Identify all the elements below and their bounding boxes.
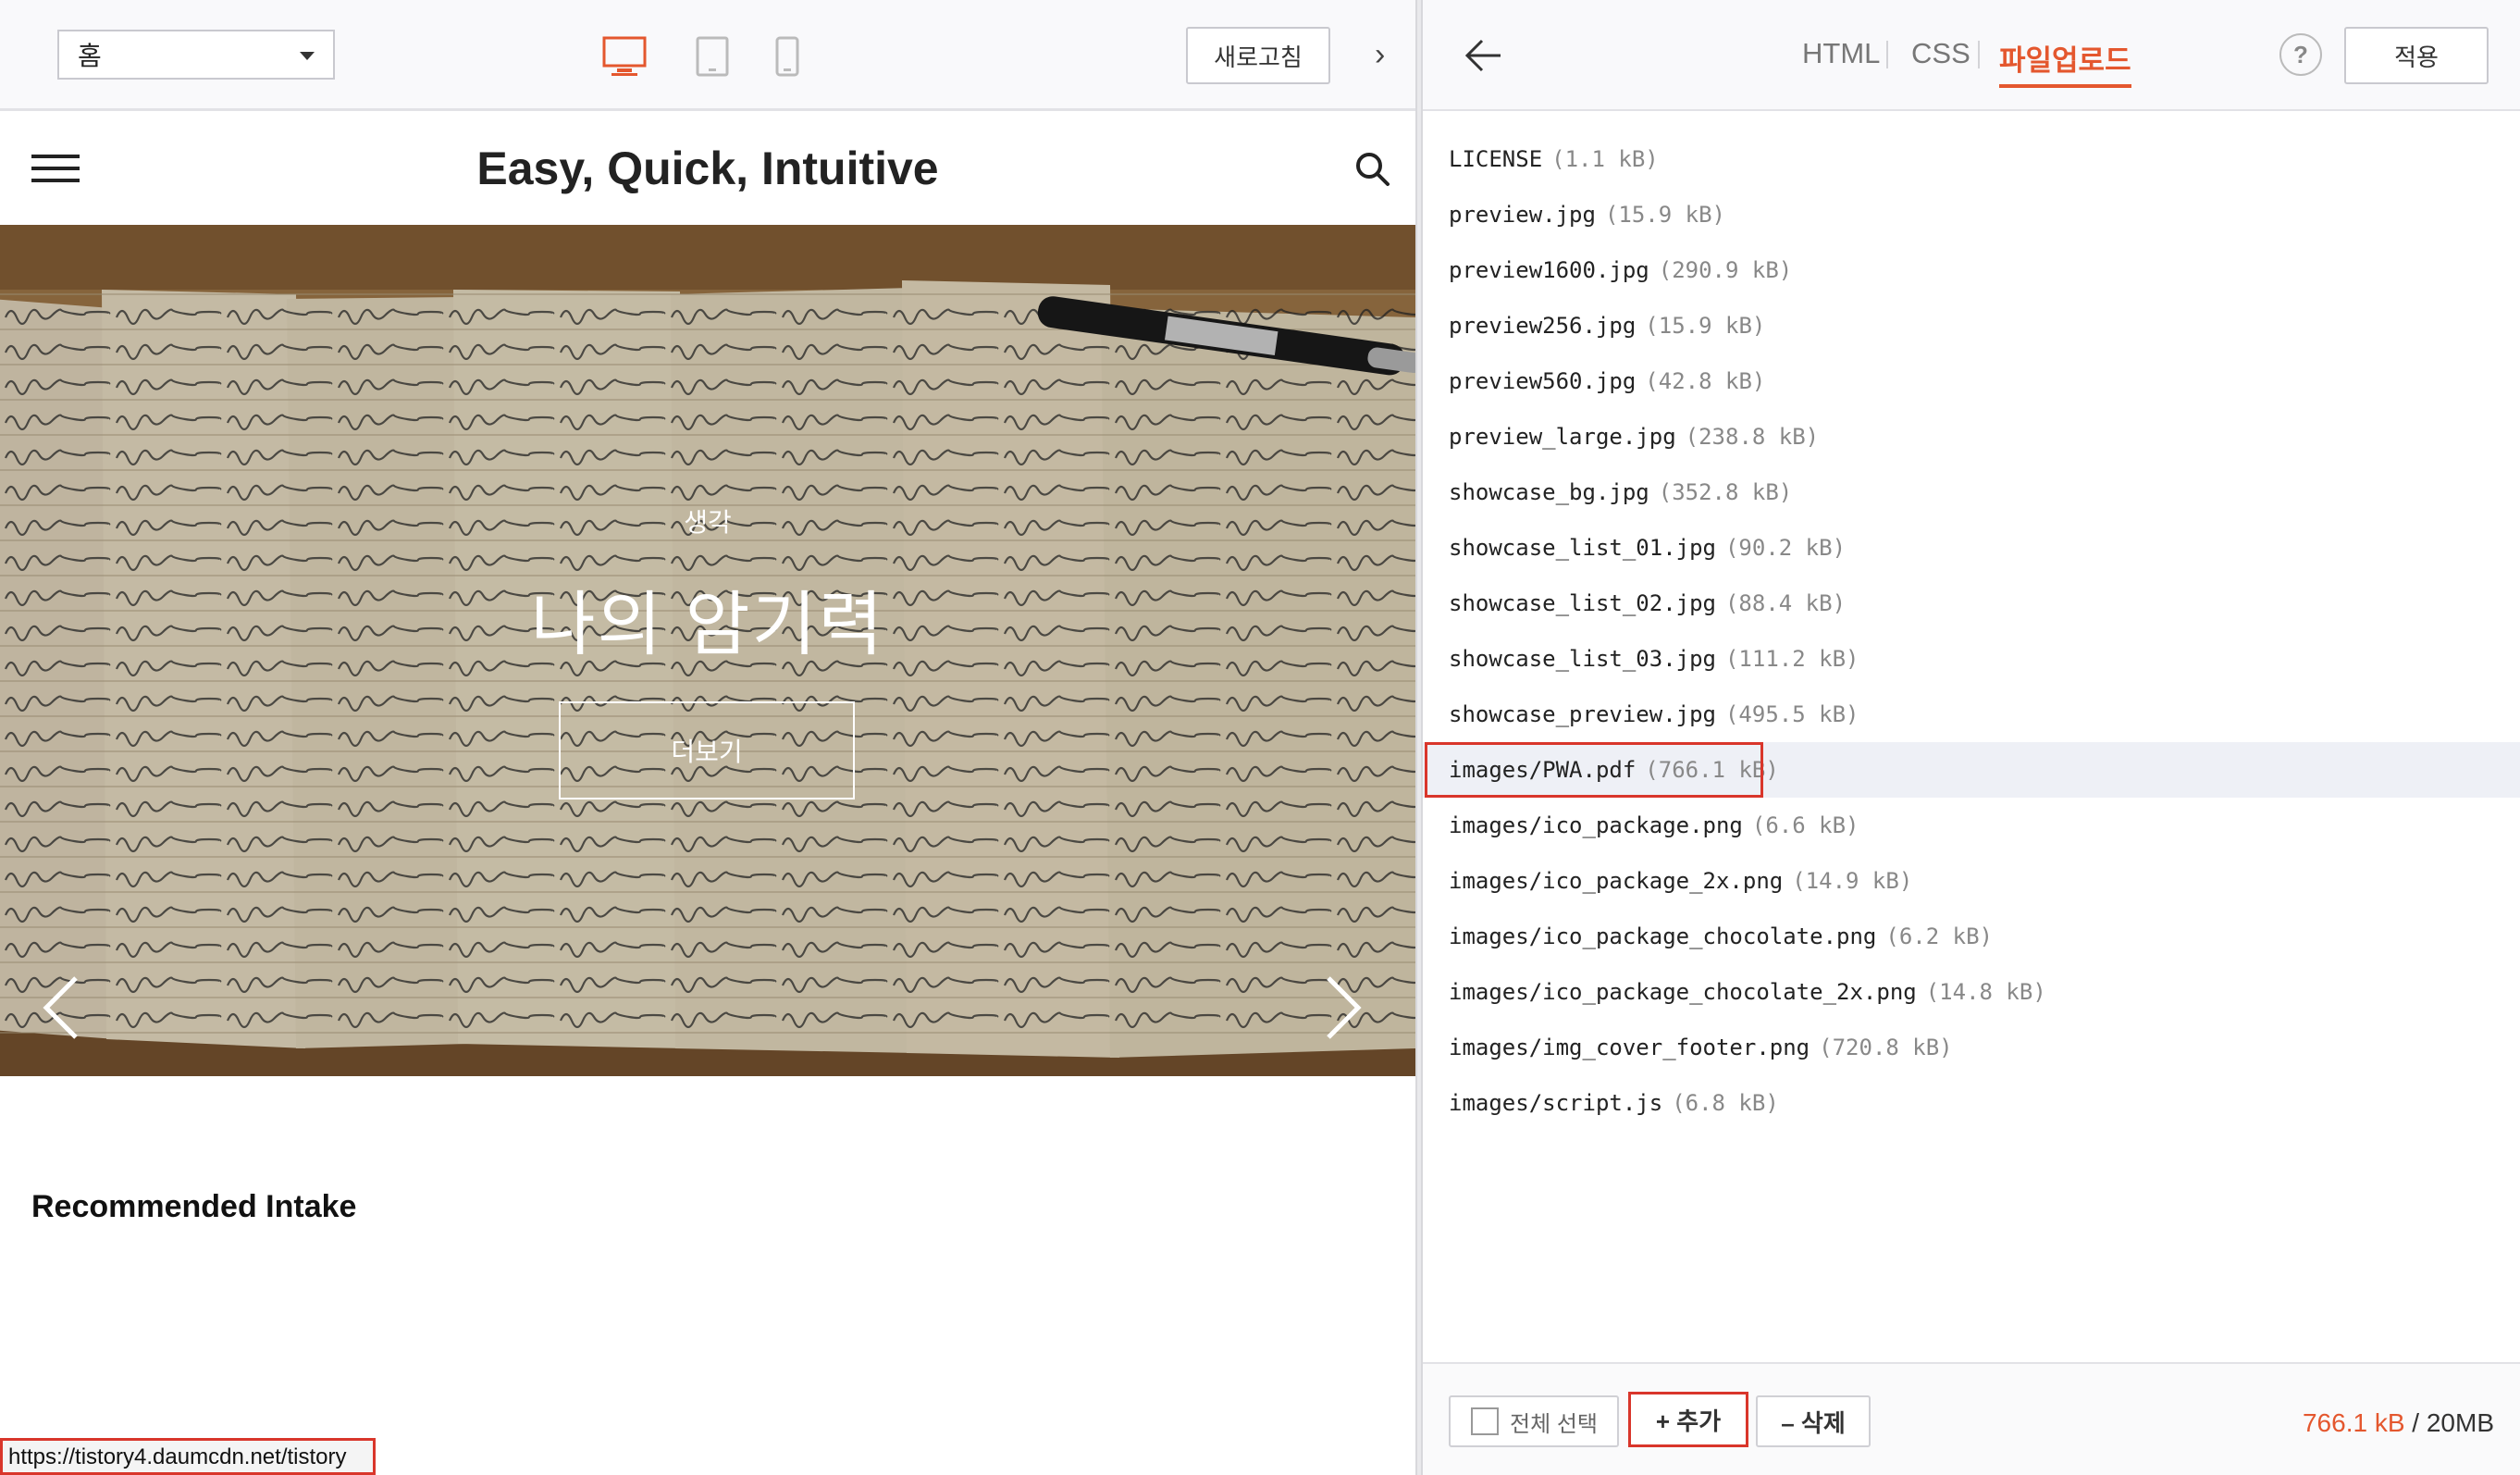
file-size: (6.2 kB) xyxy=(1885,923,1993,949)
file-name: images/ico_package_2x.png xyxy=(1449,868,1784,894)
chevron-right-icon[interactable] xyxy=(1323,974,1364,1046)
file-row[interactable]: images/ico_package_chocolate_2x.png (14.8… xyxy=(1423,964,2520,1020)
storage-usage: 766.1 kB / 20MB xyxy=(2303,1408,2494,1438)
editor-header: HTML CSS 파일업로드 ? 적용 xyxy=(1423,0,2520,111)
add-file-button[interactable]: + 추가 xyxy=(1628,1392,1748,1447)
page-select-value: 홈 xyxy=(78,42,102,70)
file-name: preview_large.jpg xyxy=(1449,424,1676,450)
arrow-left-icon[interactable] xyxy=(1464,35,1504,81)
file-row[interactable]: images/ico_package_chocolate.png (6.2 kB) xyxy=(1423,909,2520,964)
usage-used: 766.1 kB xyxy=(2302,1408,2405,1437)
file-row[interactable]: showcase_list_01.jpg (90.2 kB) xyxy=(1423,520,2520,576)
file-size: (238.8 kB) xyxy=(1685,424,1820,450)
file-row-selected[interactable]: images/PWA.pdf (766.1 kB) xyxy=(1423,742,2520,798)
file-name: showcase_list_02.jpg xyxy=(1449,590,1716,616)
file-size: (495.5 kB) xyxy=(1724,701,1859,727)
section-title: Recommended Intake xyxy=(31,1189,357,1224)
file-row[interactable]: images/img_cover_footer.png (720.8 kB) xyxy=(1423,1020,2520,1075)
file-name: preview.jpg xyxy=(1449,202,1596,228)
file-size: (14.8 kB) xyxy=(1925,979,2046,1005)
file-size: (42.8 kB) xyxy=(1645,368,1766,394)
refresh-button[interactable]: 새로고침 xyxy=(1186,27,1330,84)
file-name: preview560.jpg xyxy=(1449,368,1637,394)
apply-button[interactable]: 적용 xyxy=(2344,27,2489,84)
hero-more-button[interactable]: 더보기 xyxy=(559,701,855,799)
file-row[interactable]: preview256.jpg (15.9 kB) xyxy=(1423,298,2520,353)
file-name: images/ico_package_chocolate.png xyxy=(1449,923,1877,949)
file-size: (766.1 kB) xyxy=(1645,757,1779,783)
file-name: LICENSE xyxy=(1449,146,1543,172)
file-size: (290.9 kB) xyxy=(1658,257,1793,283)
editor-footer: 전체 선택 + 추가 – 삭제 766.1 kB / 20MB xyxy=(1423,1362,2520,1475)
select-all-label: 전체 선택 xyxy=(1510,1411,1598,1437)
desktop-icon[interactable] xyxy=(601,35,648,82)
page-select[interactable]: 홈 xyxy=(57,30,335,80)
file-row[interactable]: showcase_bg.jpg (352.8 kB) xyxy=(1423,465,2520,520)
file-name: showcase_bg.jpg xyxy=(1449,479,1649,505)
file-row[interactable]: preview560.jpg (42.8 kB) xyxy=(1423,353,2520,409)
usage-limit: / 20MB xyxy=(2412,1408,2494,1437)
file-row[interactable]: LICENSE (1.1 kB) xyxy=(1423,131,2520,187)
pane-divider[interactable] xyxy=(1415,0,1423,1475)
editor-panel: HTML CSS 파일업로드 ? 적용 LICENSE (1.1 kB) prev… xyxy=(1423,0,2520,1475)
preview-toolbar: 홈 새로고침 › xyxy=(0,0,1415,111)
file-size: (88.4 kB) xyxy=(1724,590,1847,616)
chevron-left-icon[interactable] xyxy=(41,974,81,1046)
select-all-checkbox[interactable]: 전체 선택 xyxy=(1449,1395,1619,1447)
file-name: images/PWA.pdf xyxy=(1449,757,1637,783)
file-size: (14.9 kB) xyxy=(1792,868,1913,894)
file-name: showcase_list_03.jpg xyxy=(1449,646,1716,672)
file-name: images/script.js xyxy=(1449,1090,1663,1116)
delete-file-button[interactable]: – 삭제 xyxy=(1756,1395,1871,1447)
file-name: images/img_cover_footer.png xyxy=(1449,1035,1810,1060)
file-name: images/ico_package_chocolate_2x.png xyxy=(1449,979,1917,1005)
file-name: showcase_preview.jpg xyxy=(1449,701,1716,727)
file-size: (15.9 kB) xyxy=(1604,202,1725,228)
file-row[interactable]: images/script.js (6.8 kB) xyxy=(1423,1075,2520,1131)
checkbox-icon[interactable] xyxy=(1471,1407,1499,1435)
file-row[interactable]: preview.jpg (15.9 kB) xyxy=(1423,187,2520,242)
tablet-icon[interactable] xyxy=(694,35,731,82)
preview-pane: 홈 새로고침 › Easy, Quick, Intuitive 생각 나의 암기… xyxy=(0,0,1415,1475)
file-size: (15.9 kB) xyxy=(1645,313,1766,339)
search-icon[interactable] xyxy=(1354,151,1391,192)
file-size: (1.1 kB) xyxy=(1551,146,1659,172)
chevron-down-icon xyxy=(300,52,315,60)
file-row[interactable]: showcase_list_03.jpg (111.2 kB) xyxy=(1423,631,2520,687)
file-row[interactable]: images/ico_package_2x.png (14.9 kB) xyxy=(1423,853,2520,909)
hero-category: 생각 xyxy=(684,508,732,537)
file-size: (111.2 kB) xyxy=(1724,646,1859,672)
file-name: preview1600.jpg xyxy=(1449,257,1649,283)
mobile-icon[interactable] xyxy=(773,35,801,82)
file-size: (6.6 kB) xyxy=(1751,812,1859,838)
file-list: LICENSE (1.1 kB) preview.jpg (15.9 kB) pre… xyxy=(1423,131,2520,1131)
file-row[interactable]: images/ico_package.png (6.6 kB) xyxy=(1423,798,2520,853)
tab-css[interactable]: CSS xyxy=(1911,37,1970,70)
site-header: Easy, Quick, Intuitive xyxy=(0,114,1415,225)
file-row[interactable]: showcase_list_02.jpg (88.4 kB) xyxy=(1423,576,2520,631)
file-size: (6.8 kB) xyxy=(1672,1090,1779,1116)
tab-file-upload[interactable]: 파일업로드 xyxy=(1999,37,2131,88)
status-url: https://tistory4.daumcdn.net/tistory xyxy=(0,1438,376,1475)
tab-divider xyxy=(1978,41,1980,68)
file-size: (352.8 kB) xyxy=(1658,479,1793,505)
site-title[interactable]: Easy, Quick, Intuitive xyxy=(0,142,1415,195)
file-row[interactable]: preview_large.jpg (238.8 kB) xyxy=(1423,409,2520,465)
file-name: showcase_list_01.jpg xyxy=(1449,535,1716,561)
file-name: preview256.jpg xyxy=(1449,313,1637,339)
file-row[interactable]: preview1600.jpg (290.9 kB) xyxy=(1423,242,2520,298)
file-name: images/ico_package.png xyxy=(1449,812,1743,838)
file-size: (90.2 kB) xyxy=(1724,535,1847,561)
tab-divider xyxy=(1886,41,1888,68)
hero-slider: 생각 나의 암기력 더보기 xyxy=(0,225,1415,1076)
file-size: (720.8 kB) xyxy=(1819,1035,1953,1060)
hero-title: 나의 암기력 xyxy=(530,586,885,664)
chevron-right-icon[interactable]: › xyxy=(1375,37,1385,73)
file-row[interactable]: showcase_preview.jpg (495.5 kB) xyxy=(1423,687,2520,742)
tab-html[interactable]: HTML xyxy=(1802,37,1880,70)
help-icon[interactable]: ? xyxy=(2279,33,2322,76)
